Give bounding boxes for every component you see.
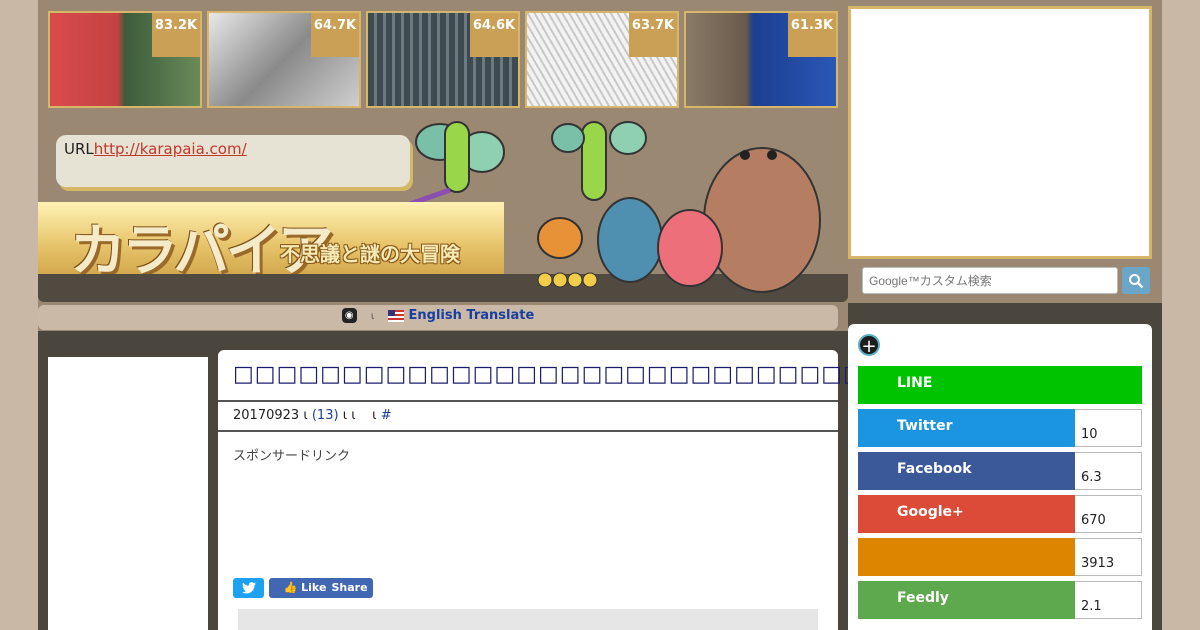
like-label: Like [301, 581, 327, 594]
share-hatena[interactable]: 3913 [858, 538, 1142, 576]
view-count-badge: 64.6K [470, 13, 518, 57]
popular-thumb-2[interactable]: 64.7K [207, 11, 361, 108]
ad-banner [848, 6, 1152, 259]
hatena-share-count: 3913 [1075, 538, 1142, 576]
share-line[interactable]: LINE [858, 366, 1142, 404]
site-url-link[interactable]: http://karapaia.com/ [94, 140, 247, 158]
popular-thumb-4[interactable]: 63.7K [525, 11, 679, 108]
mascot-characters-illustration [537, 121, 821, 293]
uk-flag-icon [388, 309, 405, 322]
site-tagline: 不思議と謎の大冒険 [280, 242, 460, 266]
share-facebook[interactable]: Facebook 6.3 [858, 452, 1142, 490]
separator: ι ι [342, 408, 356, 423]
share-twitter[interactable]: Twitter 10 [858, 409, 1142, 447]
twitter-share-button[interactable]: Twitter [858, 409, 1075, 447]
hash-link[interactable]: # [381, 408, 392, 423]
article-image [238, 609, 818, 630]
translate-bar: ◉ ι English Translate [38, 305, 838, 330]
thumbs-up-icon: 👍 [283, 581, 298, 594]
view-count-badge: 63.7K [629, 13, 677, 57]
facebook-share-count: 6.3 [1075, 452, 1142, 490]
globe-icon[interactable]: ◉ [341, 308, 357, 323]
separator: ι [303, 408, 308, 423]
search-input[interactable] [862, 267, 1118, 294]
fairy-character-illustration [409, 121, 505, 207]
view-count-badge: 83.2K [152, 13, 200, 57]
feedly-share-count: 2.1 [1075, 581, 1142, 619]
separator: ι [370, 311, 375, 322]
googleplus-share-button[interactable]: Google+ [858, 495, 1075, 533]
view-count-badge: 64.7K [311, 13, 359, 57]
view-count-badge: 61.3K [788, 13, 836, 57]
comment-count-link[interactable]: (13) [312, 408, 339, 423]
english-translate-link[interactable]: English Translate [409, 308, 535, 323]
article: □□□□□□□□□□□□□□□□□□□□□□□□□□□□□□□□□□□□□□□ … [218, 350, 1082, 630]
popular-thumb-3[interactable]: 64.6K [366, 11, 520, 108]
article-meta: 20170923 ι (13) ι ι ι # [218, 400, 838, 432]
hatena-share-button[interactable] [858, 538, 1075, 576]
plus-icon[interactable]: + [858, 334, 880, 357]
facebook-share-button[interactable]: Share [326, 578, 373, 598]
sponsored-link-label: スポンサードリンク [233, 449, 351, 464]
twitter-bird-icon [241, 582, 256, 594]
googleplus-share-count: 670 [1075, 495, 1142, 533]
article-date: 20170923 [233, 408, 300, 423]
feedly-share-button[interactable]: Feedly [858, 581, 1075, 619]
left-column [48, 357, 208, 630]
share-feedly[interactable]: Feedly 2.1 [858, 581, 1142, 619]
popular-thumb-1[interactable]: 83.2K [48, 11, 202, 108]
separator: ι [372, 408, 377, 423]
search-button[interactable] [1122, 267, 1150, 294]
twitter-share-count: 10 [1075, 409, 1142, 447]
tweet-button[interactable] [233, 578, 264, 598]
share-googleplus[interactable]: Google+ 670 [858, 495, 1142, 533]
magnifier-icon [1129, 273, 1144, 288]
site-url-box: URLhttp://karapaia.com/ [56, 135, 410, 187]
url-label: URL [64, 140, 94, 158]
facebook-share-button[interactable]: Facebook [858, 452, 1075, 490]
popular-thumb-5[interactable]: 61.3K [684, 11, 838, 108]
line-share-button[interactable]: LINE [858, 366, 1142, 404]
